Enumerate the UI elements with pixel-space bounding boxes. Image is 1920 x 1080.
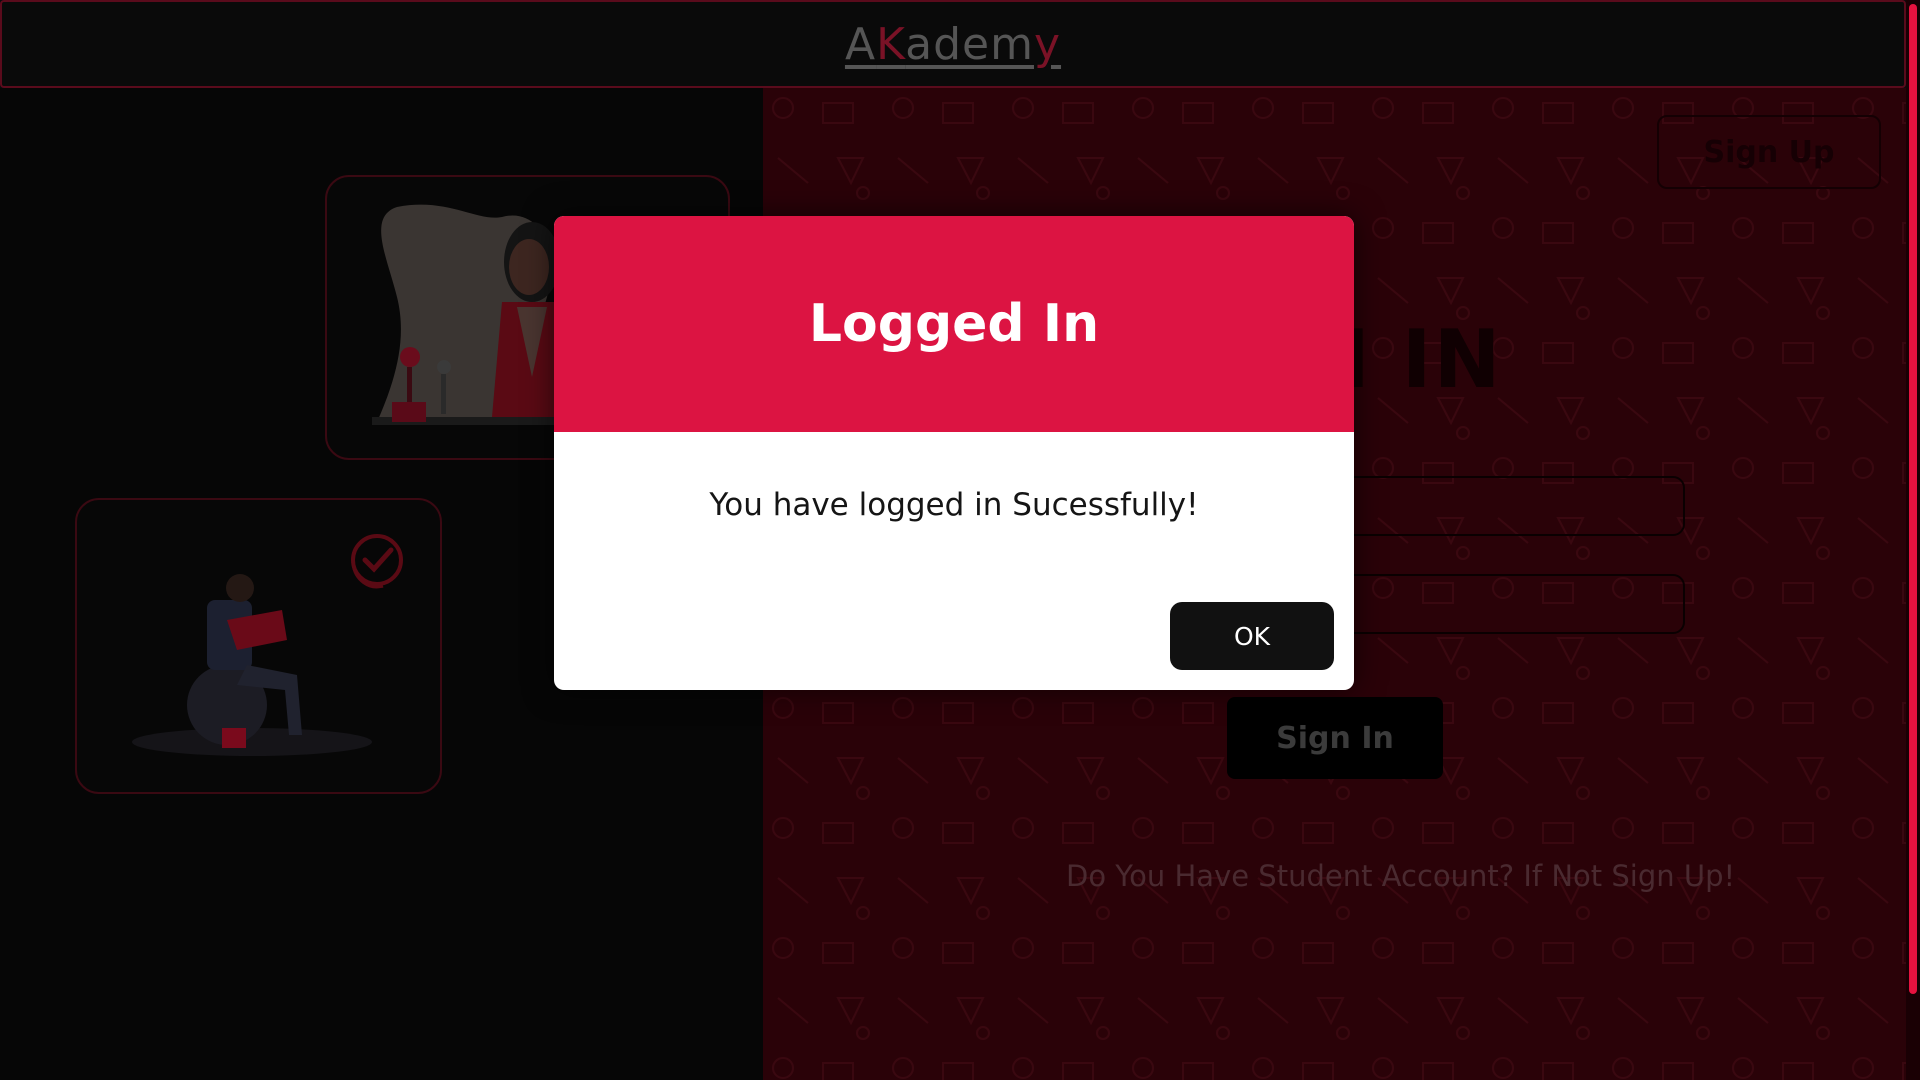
dialog-header: Logged In	[554, 216, 1354, 432]
signin-button[interactable]: Sign In	[1227, 697, 1443, 779]
checkmark-circle-icon	[351, 534, 403, 589]
logged-in-dialog: Logged In You have logged in Sucessfully…	[554, 216, 1354, 690]
dialog-title: Logged In	[808, 294, 1100, 354]
page-scrollbar[interactable]	[1906, 0, 1920, 1080]
dialog-message: You have logged in Sucessfully!	[709, 487, 1199, 523]
illustration-card-man	[75, 498, 442, 794]
logo-part-y: y	[1033, 18, 1062, 70]
ok-button[interactable]: OK	[1170, 602, 1334, 670]
logo-part-a: A	[844, 18, 877, 70]
app-logo[interactable]: AKademy	[845, 19, 1061, 70]
signup-hint-link[interactable]: Do You Have Student Account? If Not Sign…	[1066, 859, 1735, 893]
signup-button[interactable]: Sign Up	[1657, 115, 1881, 189]
logo-part-k: K	[876, 18, 906, 70]
logo-part-adem: adem	[905, 18, 1034, 70]
scrollbar-thumb[interactable]	[1909, 4, 1917, 994]
dialog-body: You have logged in Sucessfully!	[554, 432, 1354, 523]
app-header: AKademy	[0, 0, 1906, 88]
